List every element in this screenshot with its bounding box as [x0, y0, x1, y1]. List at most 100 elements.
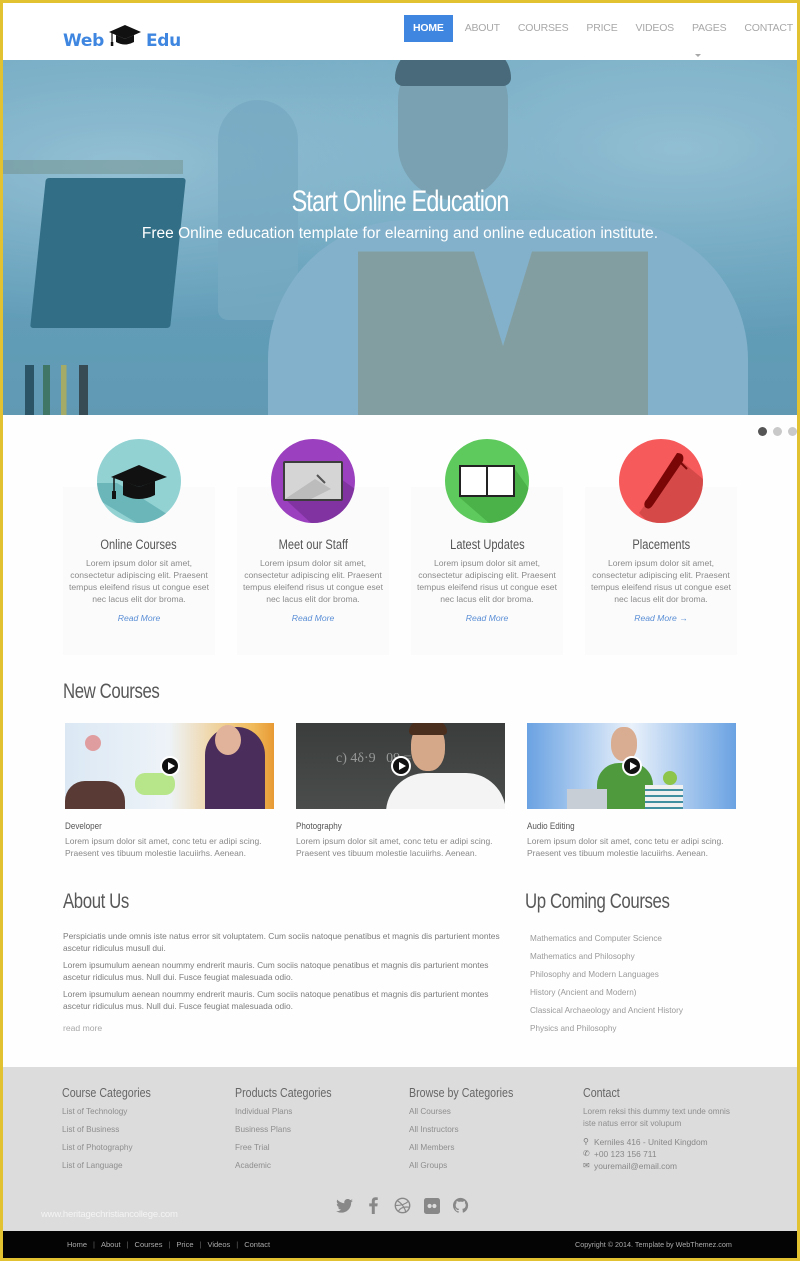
upcoming-heading: Up Coming Courses: [525, 890, 706, 914]
about-read-more-link[interactable]: read more: [63, 1023, 102, 1033]
flickr-icon[interactable]: [423, 1197, 440, 1214]
slider-dot-3[interactable]: [788, 427, 797, 436]
site-footer: Course Categories List of Technology Lis…: [3, 1067, 797, 1231]
nav-about[interactable]: ABOUT: [457, 15, 508, 42]
pen-icon: [639, 453, 703, 523]
about-paragraph: Perspiciatis unde omnis iste natus error…: [63, 931, 500, 953]
main-nav: HOME ABOUT COURSES PRICE VIDEOS PAGES CO…: [404, 15, 797, 57]
footer-contact: Contact Lorem reksi this dummy text unde…: [583, 1085, 743, 1172]
hero-subtitle: Free Online education template for elear…: [141, 225, 659, 242]
footer-link[interactable]: Academic: [235, 1160, 353, 1178]
caret-down-icon: [694, 53, 701, 57]
nav-videos[interactable]: VIDEOS: [628, 15, 682, 42]
nav-contact[interactable]: CONTACT: [736, 15, 797, 42]
dribbble-icon[interactable]: [394, 1197, 411, 1214]
footer-browse-categories: Browse by Categories All Courses All Ins…: [409, 1085, 536, 1178]
contact-email-text: youremail@email.com: [594, 1161, 677, 1171]
bottom-nav-home[interactable]: Home: [67, 1240, 87, 1249]
feature-title-text: Latest Updates: [449, 537, 525, 552]
footer-link[interactable]: All Groups: [409, 1160, 536, 1178]
upcoming-course-link[interactable]: Mathematics and Computer Science: [530, 933, 683, 951]
read-more-link[interactable]: Read More: [118, 613, 161, 623]
footer-link[interactable]: All Instructors: [409, 1124, 536, 1142]
logo[interactable]: Web Edu: [63, 21, 181, 51]
bottom-nav-contact[interactable]: Contact: [244, 1240, 270, 1249]
nav-price[interactable]: PRICE: [578, 15, 625, 42]
course-card-audio-editing[interactable]: Audio Editing Lorem ipsum dolor sit amet…: [527, 723, 736, 859]
course-card-photography[interactable]: c) 4δ·9 09 = Photography Lorem ipsum dol…: [296, 723, 505, 859]
nav-pages-label: PAGES: [691, 22, 727, 34]
footer-link[interactable]: Free Trial: [235, 1142, 353, 1160]
bottom-nav-about[interactable]: About: [101, 1240, 121, 1249]
phone-icon: ✆: [583, 1149, 590, 1158]
footer-link[interactable]: List of Photography: [62, 1142, 170, 1160]
contact-email[interactable]: ✉ youremail@email.com: [583, 1160, 743, 1172]
course-title: Developer: [65, 821, 274, 832]
footer-link[interactable]: List of Language: [62, 1160, 170, 1178]
footer-link[interactable]: List of Technology: [62, 1106, 170, 1124]
site-header: Web Edu HOME ABOUT COURSES PRICE VIDEOS …: [3, 3, 797, 60]
feature-title: Online Courses: [63, 537, 215, 552]
thumb-person-shirt: [386, 773, 505, 809]
nav-courses[interactable]: COURSES: [510, 15, 577, 42]
course-title-text: Photography: [296, 821, 342, 832]
feature-icon-circle: [445, 439, 529, 523]
feature-title-text: Meet our Staff: [278, 537, 348, 552]
logo-text-edu: Edu: [145, 31, 181, 51]
nav-pages[interactable]: PAGES: [684, 15, 734, 57]
separator: |: [168, 1240, 171, 1249]
footer-link[interactable]: Individual Plans: [235, 1106, 353, 1124]
play-icon[interactable]: [622, 756, 642, 776]
hero-title-text: Start Online Education: [291, 185, 510, 218]
footer-column-title-text: Products Categories: [235, 1085, 332, 1100]
contact-phone: ✆ +00 123 156 711: [583, 1148, 743, 1160]
slider-dot-1[interactable]: [758, 427, 767, 436]
slider-dot-2[interactable]: [773, 427, 782, 436]
course-thumbnail[interactable]: [65, 723, 274, 809]
about-heading: About Us: [63, 890, 145, 914]
thumb-decoration: [85, 735, 101, 751]
footer-column-title: Contact: [583, 1085, 743, 1100]
course-description: Lorem ipsum dolor sit amet, conc tetu er…: [296, 836, 493, 858]
thumb-person-hair: [409, 723, 447, 735]
twitter-icon[interactable]: [336, 1197, 353, 1214]
new-courses-heading: New Courses: [63, 680, 184, 704]
upcoming-course-link[interactable]: Classical Archaeology and Ancient Histor…: [530, 1005, 683, 1023]
read-more-link[interactable]: Read More: [292, 613, 335, 623]
upcoming-course-link[interactable]: History (Ancient and Modern): [530, 987, 683, 1005]
bottom-nav-price[interactable]: Price: [176, 1240, 193, 1249]
feature-text: Lorem ipsum dolor sit amet, consectetur …: [243, 558, 383, 604]
feature-text: Lorem ipsum dolor sit amet, consectetur …: [69, 558, 209, 604]
footer-link[interactable]: All Members: [409, 1142, 536, 1160]
upcoming-course-link[interactable]: Mathematics and Philosophy: [530, 951, 683, 969]
play-icon[interactable]: [391, 756, 411, 776]
hero-slider: Start Online Education Free Online educa…: [3, 60, 797, 415]
course-card-developer[interactable]: Developer Lorem ipsum dolor sit amet, co…: [65, 723, 274, 859]
footer-link[interactable]: List of Business: [62, 1124, 170, 1142]
page: Web Edu HOME ABOUT COURSES PRICE VIDEOS …: [3, 3, 797, 1258]
course-thumbnail[interactable]: c) 4δ·9 09 =: [296, 723, 505, 809]
github-icon[interactable]: [452, 1197, 469, 1214]
course-title-text: Audio Editing: [527, 821, 575, 832]
course-thumbnail[interactable]: [527, 723, 736, 809]
upcoming-course-link[interactable]: Philosophy and Modern Languages: [530, 969, 683, 987]
facebook-icon[interactable]: [365, 1197, 382, 1214]
nav-home[interactable]: HOME: [404, 15, 453, 42]
course-title: Audio Editing: [527, 821, 736, 832]
footer-column-title: Browse by Categories: [409, 1085, 536, 1100]
footer-link[interactable]: Business Plans: [235, 1124, 353, 1142]
bottom-nav-courses[interactable]: Courses: [135, 1240, 163, 1249]
read-more-link[interactable]: Read More →: [634, 613, 688, 623]
bottom-nav-videos[interactable]: Videos: [207, 1240, 230, 1249]
contact-address-text: Kerniles 416 - United Kingdom: [594, 1137, 708, 1147]
upcoming-course-link[interactable]: Physics and Philosophy: [530, 1023, 683, 1041]
bottom-nav: Home | About | Courses | Price | Videos | Con…: [67, 1240, 270, 1249]
thumb-apple: [663, 771, 677, 785]
footer-products-categories: Products Categories Individual Plans Bus…: [235, 1085, 353, 1178]
copyright: Copyright © 2014. Template by WebThemez.…: [575, 1240, 732, 1249]
read-more-link[interactable]: Read More: [466, 613, 509, 623]
footer-link[interactable]: All Courses: [409, 1106, 536, 1124]
about-heading-text: About Us: [63, 890, 129, 913]
separator: |: [236, 1240, 239, 1249]
play-icon[interactable]: [160, 756, 180, 776]
